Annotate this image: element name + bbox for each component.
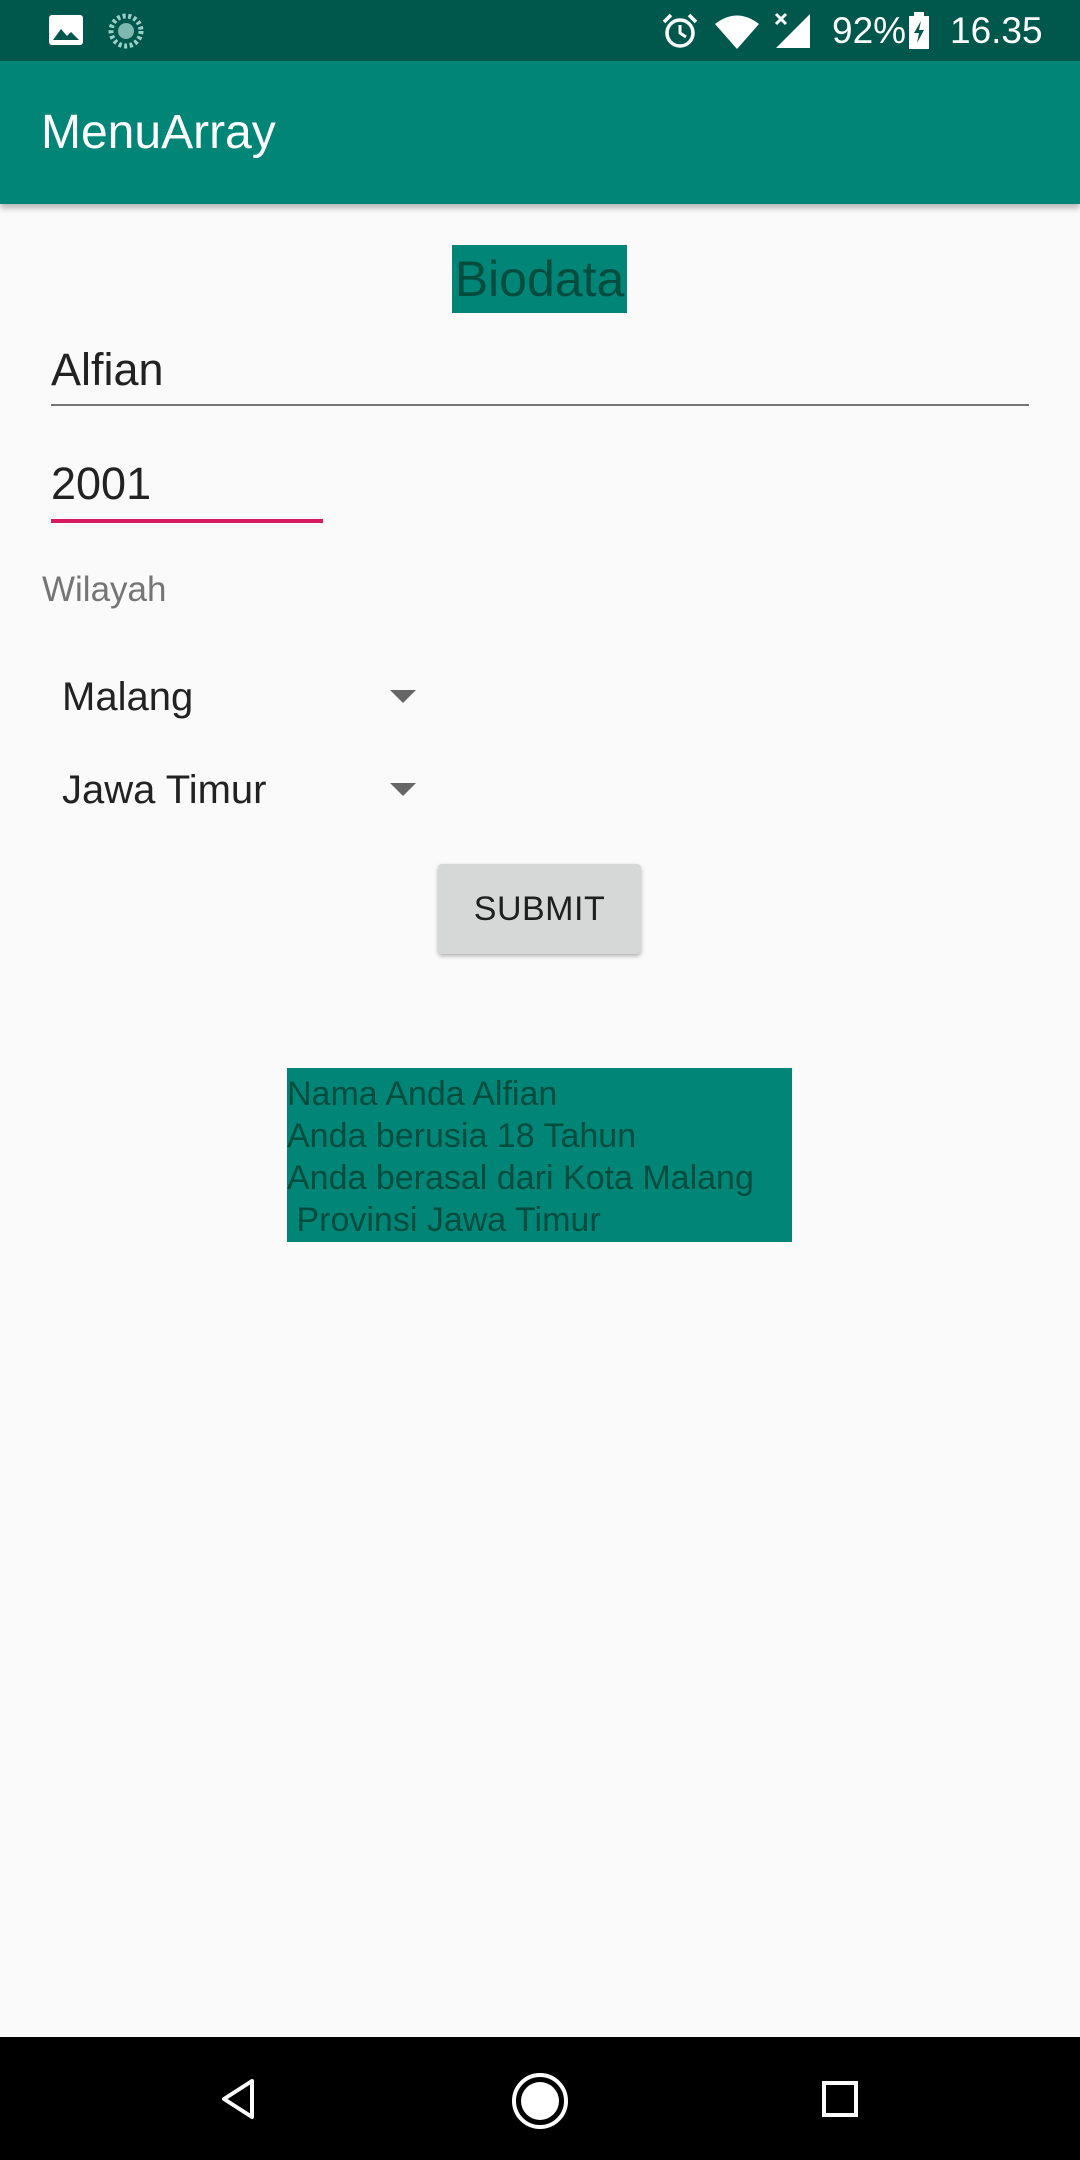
alarm-icon [662, 13, 698, 48]
name-field-underline [51, 404, 1029, 406]
wifi-icon [715, 15, 759, 49]
app-title: MenuArray [41, 106, 276, 159]
name-field-value: Alfian [51, 344, 164, 395]
app-bar: MenuArray [0, 61, 1080, 204]
recents-icon[interactable] [821, 2080, 859, 2118]
back-icon[interactable] [216, 2077, 260, 2121]
biodata-heading: Biodata [452, 245, 627, 313]
year-field[interactable]: 2001 [51, 454, 323, 526]
image-icon [49, 15, 83, 45]
region-label: Wilayah [42, 570, 167, 609]
province-spinner[interactable]: Jawa Timur [42, 750, 422, 830]
result-line-province: Provinsi Jawa Timur [287, 1201, 601, 1239]
result-line-city: Anda berasal dari Kota Malang [287, 1159, 754, 1197]
loading-icon [108, 13, 144, 49]
dropdown-arrow-icon [390, 690, 416, 703]
year-field-underline [51, 519, 323, 523]
name-field[interactable]: Alfian [51, 340, 1029, 410]
city-spinner-value: Malang [62, 675, 194, 719]
battery-icon [909, 12, 929, 49]
status-bar: 92% 16.35 [0, 0, 1080, 61]
city-spinner[interactable]: Malang [42, 657, 422, 737]
navigation-bar [0, 2037, 1080, 2160]
province-spinner-value: Jawa Timur [62, 768, 267, 812]
result-line-age: Anda berusia 18 Tahun [287, 1117, 637, 1155]
dropdown-arrow-icon [390, 783, 416, 796]
home-icon[interactable] [510, 2071, 570, 2131]
signal-icon [774, 12, 810, 48]
result-output: Nama Anda Alfian Anda berusia 18 Tahun A… [287, 1068, 792, 1242]
year-field-value: 2001 [51, 458, 152, 509]
result-line-name: Nama Anda Alfian [287, 1075, 558, 1113]
submit-button[interactable]: SUBMIT [438, 864, 641, 954]
battery-percent: 92% [832, 10, 907, 51]
clock: 16.35 [950, 10, 1043, 51]
